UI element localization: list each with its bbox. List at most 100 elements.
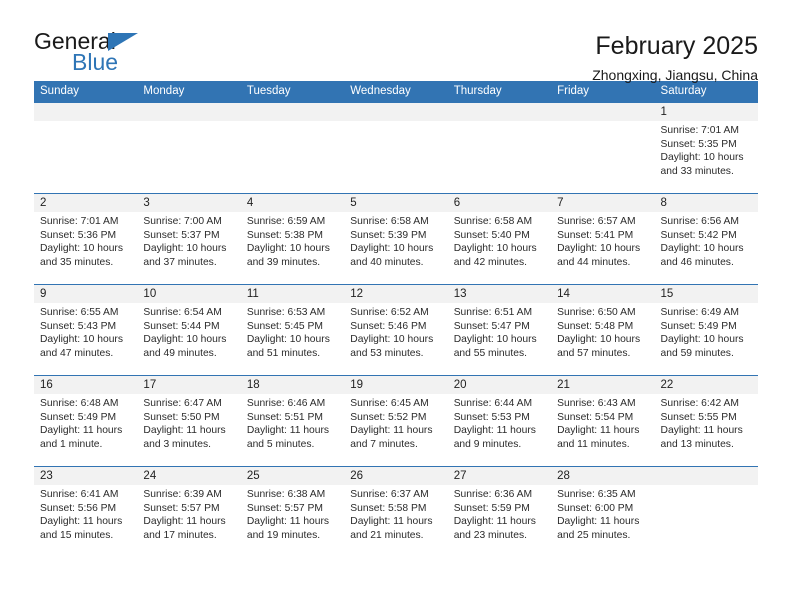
calendar-week-row: 9 Sunrise: 6:55 AM Sunset: 5:43 PM Daylight… [34,284,758,376]
sunset-text: Sunset: 5:57 PM [143,502,220,514]
calendar-week-row: 1 Sunrise: 7:01 AM Sunset: 5:35 PM Daylight… [34,102,758,194]
day-number: 24 [137,467,241,485]
calendar-day-cell[interactable]: 10 Sunrise: 6:54 AM Sunset: 5:44 PM Dayligh… [137,284,241,376]
calendar-week-row: 2 Sunrise: 7:01 AM Sunset: 5:36 PM Daylight… [34,193,758,285]
sunset-text: Sunset: 5:51 PM [246,411,323,423]
day-sun-info: Sunrise: 6:39 AM Sunset: 5:57 PM Daylight:… [137,485,240,542]
day-number: 2 [34,194,138,212]
day-sun-info: Sunrise: 6:50 AM Sunset: 5:48 PM Daylight:… [551,303,654,360]
daylight-text-line1: Daylight: 10 hours [246,334,330,346]
day-sun-info: Sunrise: 6:57 AM Sunset: 5:41 PM Daylight:… [551,212,654,269]
day-number [240,103,345,121]
calendar-day-cell[interactable]: 11 Sunrise: 6:53 AM Sunset: 5:45 PM Dayligh… [240,284,345,376]
sunrise-text: Sunrise: 6:50 AM [557,307,636,318]
day-sun-info: Sunrise: 6:35 AM Sunset: 6:00 PM Daylight:… [551,485,654,542]
calendar-day-cell[interactable]: 22 Sunrise: 6:42 AM Sunset: 5:55 PM Dayligh… [654,375,758,467]
sunset-text: Sunset: 5:54 PM [557,411,634,423]
calendar-day-cell[interactable]: 24 Sunrise: 6:39 AM Sunset: 5:57 PM Dayligh… [137,466,241,557]
sunrise-text: Sunrise: 6:57 AM [557,216,636,227]
daylight-text-line2: and 33 minutes. [660,165,734,177]
calendar-day-cell[interactable]: 21 Sunrise: 6:43 AM Sunset: 5:54 PM Dayligh… [551,375,655,467]
calendar-day-cell[interactable]: 9 Sunrise: 6:55 AM Sunset: 5:43 PM Daylight… [34,284,138,376]
calendar-day-cell[interactable]: 25 Sunrise: 6:38 AM Sunset: 5:57 PM Dayligh… [240,466,345,557]
daylight-text-line2: and 42 minutes. [453,256,527,268]
calendar-day-cell[interactable]: 23 Sunrise: 6:41 AM Sunset: 5:56 PM Dayligh… [34,466,138,557]
sunset-text: Sunset: 5:53 PM [453,411,530,423]
calendar-day-cell[interactable]: 20 Sunrise: 6:44 AM Sunset: 5:53 PM Dayligh… [447,375,552,467]
sunset-text: Sunset: 5:38 PM [246,229,323,241]
sunrise-text: Sunrise: 6:36 AM [453,489,533,500]
calendar-day-cell[interactable]: 6 Sunrise: 6:58 AM Sunset: 5:40 PM Daylight… [447,193,552,285]
calendar-day-cell[interactable]: 16 Sunrise: 6:48 AM Sunset: 5:49 PM Dayligh… [34,375,138,467]
calendar-day-cell-empty [240,102,345,194]
calendar-day-cell[interactable]: 17 Sunrise: 6:47 AM Sunset: 5:50 PM Dayligh… [137,375,241,467]
calendar-day-cell-empty [344,102,448,194]
day-number: 11 [240,285,345,303]
calendar-day-cell[interactable]: 4 Sunrise: 6:59 AM Sunset: 5:38 PM Daylight… [240,193,345,285]
calendar-day-cell[interactable]: 14 Sunrise: 6:50 AM Sunset: 5:48 PM Dayligh… [551,284,655,376]
sunrise-text: Sunrise: 6:59 AM [246,216,326,227]
day-sun-info: Sunrise: 6:41 AM Sunset: 5:56 PM Daylight:… [34,485,137,542]
day-number: 6 [447,194,552,212]
calendar-day-cell[interactable]: 5 Sunrise: 6:58 AM Sunset: 5:39 PM Daylight… [344,193,448,285]
day-sun-info: Sunrise: 6:46 AM Sunset: 5:51 PM Daylight:… [241,394,344,451]
calendar-day-cell[interactable]: 27 Sunrise: 6:36 AM Sunset: 5:59 PM Dayligh… [447,466,552,557]
calendar-day-cell[interactable]: 12 Sunrise: 6:52 AM Sunset: 5:46 PM Dayligh… [344,284,448,376]
calendar-week-row: 23 Sunrise: 6:41 AM Sunset: 5:56 PM Dayligh… [34,466,758,557]
daylight-text-line1: Daylight: 11 hours [453,425,536,437]
page-title: February 2025 [595,32,758,60]
calendar-day-cell[interactable]: 2 Sunrise: 7:01 AM Sunset: 5:36 PM Daylight… [34,193,138,285]
day-sun-info: Sunrise: 6:49 AM Sunset: 5:49 PM Daylight:… [655,303,758,360]
calendar-day-cell[interactable]: 26 Sunrise: 6:37 AM Sunset: 5:58 PM Dayligh… [344,466,448,557]
calendar-day-cell[interactable]: 8 Sunrise: 6:56 AM Sunset: 5:42 PM Daylight… [654,193,758,285]
page-header: General Blue February 2025 Zhongxing, Ji… [34,0,758,83]
sunrise-text: Sunrise: 6:45 AM [350,398,429,409]
calendar-day-cell[interactable]: 13 Sunrise: 6:51 AM Sunset: 5:47 PM Dayligh… [447,284,552,376]
logo-text-blue: Blue [72,49,119,75]
day-number: 3 [137,194,241,212]
sunset-text: Sunset: 5:49 PM [40,411,117,423]
page-subtitle: Zhongxing, Jiangsu, China [592,66,758,83]
weekday-header-saturday: Saturday [654,81,758,103]
day-sun-info: Sunrise: 6:53 AM Sunset: 5:45 PM Daylight:… [241,303,344,360]
day-sun-info: Sunrise: 6:51 AM Sunset: 5:47 PM Daylight:… [448,303,551,360]
sunset-text: Sunset: 5:56 PM [40,502,117,514]
generalblue-logo[interactable]: General Blue [34,30,204,82]
sunrise-text: Sunrise: 6:38 AM [246,489,326,500]
calendar-day-cell[interactable]: 28 Sunrise: 6:35 AM Sunset: 6:00 PM Dayligh… [551,466,655,557]
weekday-header-monday: Monday [137,81,241,103]
sunset-text: Sunset: 5:47 PM [453,320,530,332]
sunset-text: Sunset: 5:48 PM [557,320,634,332]
calendar-day-cell-empty [551,102,655,194]
calendar-week-row: 16 Sunrise: 6:48 AM Sunset: 5:49 PM Dayligh… [34,375,758,467]
calendar-day-cell[interactable]: 7 Sunrise: 6:57 AM Sunset: 5:41 PM Daylight… [551,193,655,285]
daylight-text-line2: and 55 minutes. [453,347,527,359]
sunset-text: Sunset: 5:59 PM [453,502,530,514]
sunrise-text: Sunrise: 6:58 AM [453,216,533,227]
day-number: 13 [447,285,552,303]
daylight-text-line1: Daylight: 10 hours [660,152,744,164]
sunrise-text: Sunrise: 6:55 AM [40,307,119,318]
daylight-text-line2: and 44 minutes. [557,256,631,268]
day-number [551,103,655,121]
sunset-text: Sunset: 5:36 PM [40,229,117,241]
calendar-day-cell[interactable]: 19 Sunrise: 6:45 AM Sunset: 5:52 PM Dayligh… [344,375,448,467]
day-sun-info: Sunrise: 6:36 AM Sunset: 5:59 PM Daylight:… [448,485,551,542]
calendar-day-cell[interactable]: 1 Sunrise: 7:01 AM Sunset: 5:35 PM Daylight… [654,102,758,194]
day-sun-info: Sunrise: 6:48 AM Sunset: 5:49 PM Daylight:… [34,394,137,451]
sunrise-text: Sunrise: 6:44 AM [453,398,533,409]
weekday-header-tuesday: Tuesday [240,81,345,103]
sunset-text: Sunset: 5:43 PM [40,320,117,332]
day-number: 14 [551,285,655,303]
daylight-text-line2: and 51 minutes. [246,347,321,359]
day-sun-info: Sunrise: 6:38 AM Sunset: 5:57 PM Daylight:… [241,485,344,542]
daylight-text-line1: Daylight: 11 hours [557,516,640,528]
calendar-day-cell[interactable]: 15 Sunrise: 6:49 AM Sunset: 5:49 PM Dayligh… [654,284,758,376]
calendar-day-cell[interactable]: 3 Sunrise: 7:00 AM Sunset: 5:37 PM Daylight… [137,193,241,285]
day-sun-info: Sunrise: 6:58 AM Sunset: 5:39 PM Daylight:… [344,212,447,269]
calendar-day-cell[interactable]: 18 Sunrise: 6:46 AM Sunset: 5:51 PM Dayligh… [240,375,345,467]
day-number: 23 [34,467,138,485]
title-block: February 2025 Zhongxing, Jiangsu, China [592,30,758,83]
sunrise-text: Sunrise: 6:46 AM [246,398,326,409]
sunrise-text: Sunrise: 7:01 AM [40,216,119,227]
